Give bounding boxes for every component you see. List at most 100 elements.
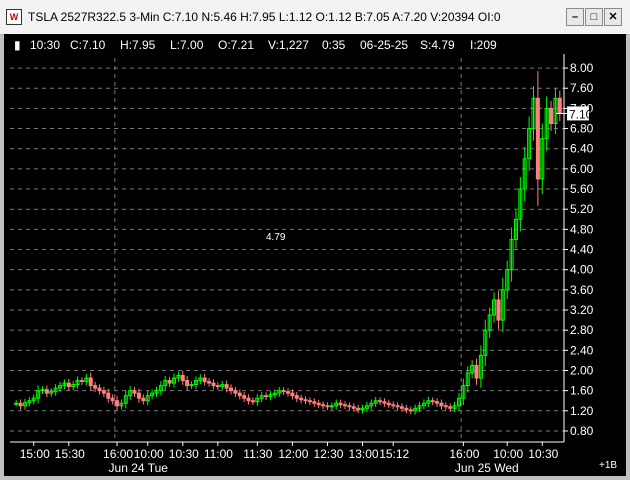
- date-label: Jun 24 Tue: [109, 461, 169, 475]
- x-tick-label: 12:00: [278, 447, 308, 461]
- x-tick-label: 10:30: [169, 447, 199, 461]
- y-tick-label: 2.80: [570, 323, 594, 337]
- minimize-button[interactable]: –: [566, 8, 584, 26]
- candle-body: [224, 384, 229, 389]
- candle-body: [382, 401, 387, 404]
- candle-body: [299, 397, 304, 401]
- candle-body: [202, 377, 207, 383]
- candle-body: [281, 390, 286, 393]
- x-tick-label: 11:30: [243, 447, 272, 461]
- candle-body: [549, 107, 554, 125]
- candle-body: [557, 97, 562, 114]
- y-tick-label: 1.20: [570, 404, 594, 418]
- close-button[interactable]: ✕: [604, 8, 622, 26]
- x-tick-label: 11:00: [204, 447, 233, 461]
- x-tick-label: 15:12: [379, 447, 409, 461]
- candle-body: [294, 395, 299, 399]
- x-tick-label: 12:30: [313, 447, 343, 461]
- candle-body: [115, 400, 120, 407]
- y-tick-label: 8.00: [570, 61, 594, 75]
- candle-body: [378, 400, 383, 403]
- candle-body: [211, 382, 216, 387]
- candle-body: [110, 397, 115, 402]
- candle-series: [14, 71, 562, 415]
- candle-body: [321, 404, 326, 407]
- x-tick-label: 16:00: [103, 447, 133, 461]
- y-tick-label: 3.20: [570, 303, 594, 317]
- x-tick-label: 15:00: [20, 447, 50, 461]
- candle-body: [286, 391, 290, 394]
- candle-body: [443, 405, 448, 408]
- y-tick-label: 6.80: [570, 122, 594, 136]
- y-tick-label: 5.20: [570, 202, 594, 216]
- candle-body: [391, 404, 396, 407]
- candle-body: [395, 405, 400, 408]
- candle-body: [237, 392, 242, 397]
- scroll-label[interactable]: +1B: [599, 460, 617, 471]
- candle-body: [215, 385, 220, 388]
- x-tick-label: 10:00: [134, 447, 164, 461]
- y-tick-label: 3.60: [570, 283, 594, 297]
- candle-body: [338, 402, 343, 406]
- candle-body: [303, 399, 308, 402]
- candle-body: [233, 390, 238, 394]
- candle-body: [448, 406, 453, 409]
- maximize-button[interactable]: □: [585, 8, 603, 26]
- candle-body: [342, 404, 347, 407]
- candle-body: [141, 397, 146, 402]
- candle-body: [399, 406, 404, 409]
- candle-body: [307, 400, 312, 403]
- title-bar[interactable]: W TSLA 2527R322.5 3-Min C:7.10 N:5.46 H:…: [0, 0, 630, 35]
- y-tick-label: 7.60: [570, 81, 594, 95]
- candle-body: [496, 299, 501, 321]
- y-tick-label: 4.00: [570, 263, 594, 277]
- candle-body: [229, 387, 234, 392]
- candle-body: [167, 380, 172, 384]
- candle-body: [250, 400, 255, 403]
- candle-body: [386, 402, 391, 406]
- candle-body: [351, 406, 356, 409]
- candle-body: [264, 395, 269, 398]
- candle-body: [408, 409, 413, 412]
- y-tick-label: 1.60: [570, 384, 594, 398]
- candle-body: [435, 401, 440, 404]
- candle-body: [325, 405, 330, 408]
- candle-body: [44, 389, 49, 394]
- x-tick-label: 13:00: [349, 447, 379, 461]
- y-tick-label: 2.40: [570, 343, 594, 357]
- candle-body: [242, 395, 247, 399]
- candle-body: [180, 375, 185, 382]
- candle-body: [79, 380, 84, 383]
- y-tick-label: 4.80: [570, 222, 594, 236]
- candle-body: [132, 390, 137, 394]
- y-tick-label: 6.00: [570, 162, 594, 176]
- candle-body: [106, 392, 111, 399]
- candle-body: [97, 387, 102, 392]
- y-tick-label: 6.40: [570, 142, 594, 156]
- candle-body: [246, 397, 251, 402]
- candle-body: [66, 382, 71, 388]
- candle-body: [290, 392, 295, 397]
- date-label: Jun 25 Wed: [455, 461, 519, 475]
- x-tick-label: 15:30: [55, 447, 85, 461]
- window-title: TSLA 2527R322.5 3-Min C:7.10 N:5.46 H:7.…: [28, 10, 501, 24]
- x-tick-label: 10:00: [493, 447, 523, 461]
- candle-body: [474, 364, 479, 379]
- candle-body: [404, 407, 409, 411]
- candle-body: [18, 402, 23, 407]
- time-axis: 15:00 15:30 16:00 10:00 10:30 11:00 11:30 12:00…: [10, 441, 564, 475]
- price-chart[interactable]: 8.007.607.206.806.406.005.605.204.804.40…: [4, 34, 626, 476]
- y-tick-label: 4.40: [570, 243, 594, 257]
- candle-body: [439, 402, 444, 407]
- candle-body: [185, 380, 190, 387]
- candle-body: [207, 381, 212, 384]
- y-tick-label: 0.80: [570, 424, 594, 438]
- candle-body: [136, 392, 141, 399]
- chart-app-icon[interactable]: W: [6, 9, 22, 25]
- candle-body: [535, 97, 540, 180]
- y-tick-label: 5.60: [570, 182, 594, 196]
- current-price-marker: 7.10: [567, 106, 593, 121]
- chart-area[interactable]: ▮ 10:30 C:7.10 H:7.95 L:7.00 O:7.21 V:1,…: [4, 34, 626, 476]
- candle-body: [430, 400, 435, 403]
- chart-annotation: 4.79: [266, 232, 286, 243]
